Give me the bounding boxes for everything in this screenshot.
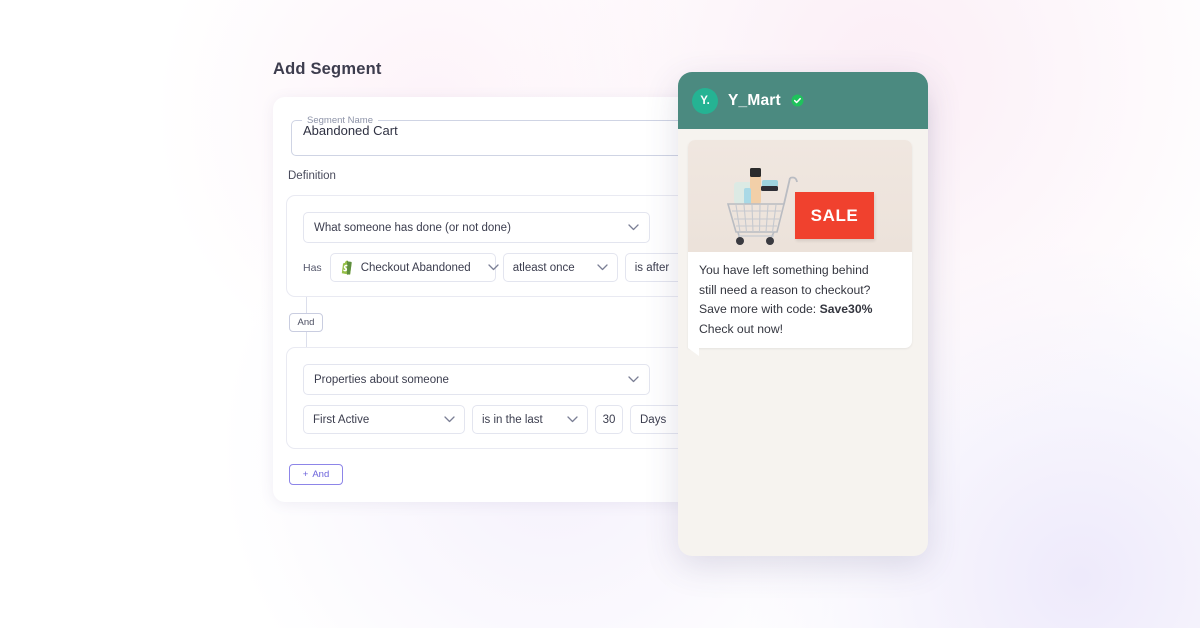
message-image: SALE xyxy=(688,140,912,252)
rule-2-row: First Active is in the last 30 Days xyxy=(303,405,700,434)
message-line-2: still need a reason to checkout? xyxy=(699,282,871,297)
rule-2-property-label: First Active xyxy=(313,413,370,426)
message-text: You have left something behind still nee… xyxy=(688,252,912,339)
chevron-down-icon xyxy=(628,376,639,383)
message-preview-phone: Y. Y_Mart SALE You have left something b… xyxy=(678,72,928,556)
message-line-3: Save more with code: Save30% xyxy=(699,300,901,320)
avatar: Y. xyxy=(692,87,718,114)
rule-1-type-select[interactable]: What someone has done (or not done) xyxy=(303,212,650,243)
message-line-4: Check out now! xyxy=(699,321,784,336)
chevron-down-icon xyxy=(557,416,578,423)
definition-label: Definition xyxy=(288,170,336,182)
message-line-3-prefix: Save more with code: xyxy=(699,302,820,316)
segment-name-value[interactable]: Abandoned Cart xyxy=(303,123,398,138)
rule-2-operator-label: is in the last xyxy=(482,413,543,426)
chevron-down-icon xyxy=(628,224,639,231)
rule-2-operator-select[interactable]: is in the last xyxy=(472,405,588,434)
add-and-label: And xyxy=(312,469,330,480)
rule-1-frequency-label: atleast once xyxy=(512,261,575,274)
shopping-cart-illustration xyxy=(726,168,798,245)
rule-1-time-operator-label: is after xyxy=(634,261,670,274)
rule-1-prefix-label: Has xyxy=(303,261,322,274)
verified-check-icon xyxy=(791,94,804,107)
rule-2-type-label: Properties about someone xyxy=(314,373,449,386)
rule-2-amount-input[interactable]: 30 xyxy=(595,405,623,434)
rule-2-type-select[interactable]: Properties about someone xyxy=(303,364,650,395)
brand-name: Y_Mart xyxy=(728,91,781,109)
chat-area: SALE You have left something behind stil… xyxy=(678,129,928,356)
rule-1-event-label: Checkout Abandoned xyxy=(360,261,471,274)
rule-2-unit-label: Days xyxy=(640,413,667,426)
rule-1-row: Has Checkout Abandoned atleast once is a… xyxy=(303,253,737,282)
plus-icon: + xyxy=(302,469,309,480)
rule-1-frequency-select[interactable]: atleast once xyxy=(502,253,618,282)
add-and-condition-button[interactable]: + And xyxy=(289,464,343,485)
rule-1-type-label: What someone has done (or not done) xyxy=(314,221,511,234)
page-title: Add Segment xyxy=(273,60,382,78)
preview-header: Y. Y_Mart xyxy=(678,72,928,129)
rule-2-property-select[interactable]: First Active xyxy=(303,405,465,434)
rule-connector-and-badge[interactable]: And xyxy=(289,313,323,332)
message-bubble: SALE You have left something behind stil… xyxy=(688,140,912,356)
rule-1-event-select[interactable]: Checkout Abandoned xyxy=(329,253,499,282)
shopify-icon xyxy=(340,260,354,275)
discount-code: Save30% xyxy=(819,302,873,316)
chevron-down-icon xyxy=(478,264,499,271)
chevron-down-icon xyxy=(587,264,608,271)
sale-tag: SALE xyxy=(795,192,874,239)
chevron-down-icon xyxy=(434,416,455,423)
message-line-1: You have left something behind xyxy=(699,263,869,277)
